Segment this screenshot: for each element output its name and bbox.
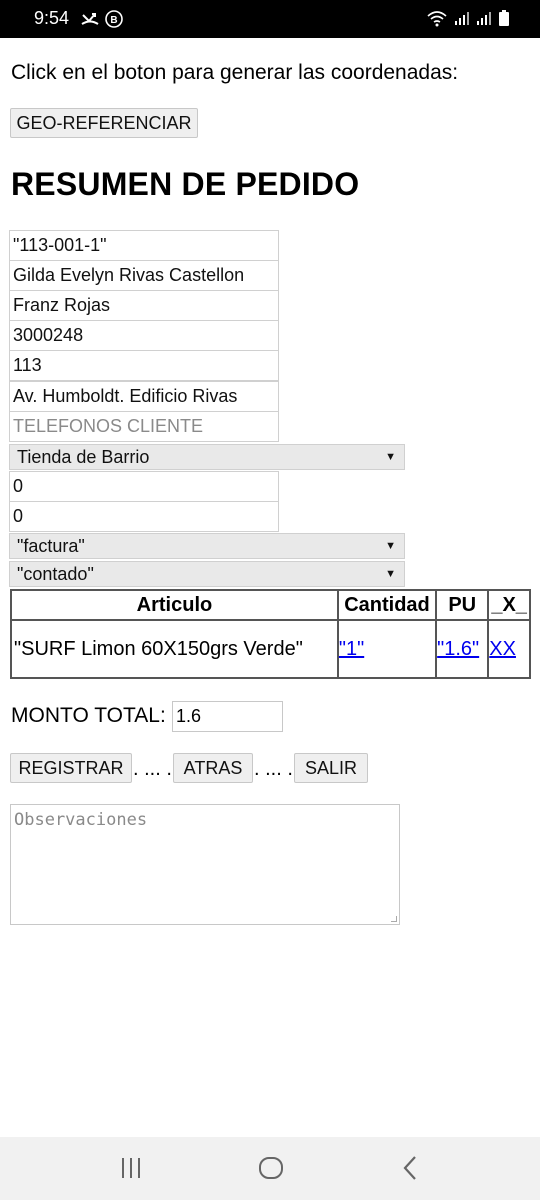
- system-nav-bar: [0, 1137, 540, 1200]
- salir-button[interactable]: SALIR: [294, 753, 368, 783]
- separator-text: . ... .: [254, 758, 293, 780]
- cliente-field[interactable]: Gilda Evelyn Rivas Castellon: [9, 260, 279, 291]
- coord-1-field[interactable]: 0: [9, 471, 279, 502]
- remove-item-link[interactable]: XX: [489, 638, 516, 660]
- intro-text: Click en el boton para generar las coord…: [11, 61, 459, 84]
- cantidad-link[interactable]: "1": [339, 638, 364, 660]
- pago-value: "contado": [17, 563, 94, 584]
- ruta-field[interactable]: 113: [9, 350, 279, 381]
- observaciones-textarea[interactable]: Observaciones: [10, 804, 400, 925]
- signal-icon: [454, 10, 470, 31]
- pu-link[interactable]: "1.6": [437, 638, 479, 660]
- pago-select[interactable]: "contado" ▼: [9, 561, 405, 587]
- b-badge-icon: B: [104, 9, 124, 34]
- header-pu: PU: [435, 589, 490, 621]
- header-articulo: Articulo: [10, 589, 339, 621]
- back-icon[interactable]: [400, 1155, 420, 1186]
- dropdown-arrow-icon: ▼: [385, 540, 396, 552]
- signal-icon-2: [476, 10, 492, 31]
- separator-text: . ... .: [133, 758, 172, 780]
- home-icon[interactable]: [258, 1155, 284, 1186]
- page-title: RESUMEN DE PEDIDO: [11, 166, 360, 202]
- recent-apps-icon[interactable]: [120, 1155, 142, 1186]
- registrar-button[interactable]: REGISTRAR: [10, 753, 132, 783]
- items-table: Articulo Cantidad PU _X_ "SURF Limon 60X…: [10, 589, 531, 679]
- monto-total-field[interactable]: 1.6: [172, 701, 283, 732]
- direccion-field[interactable]: Av. Humboldt. Edificio Rivas: [9, 381, 279, 412]
- battery-icon: [498, 9, 510, 32]
- table-row: "SURF Limon 60X150grs Verde" "1" "1.6" X…: [10, 619, 531, 679]
- documento-select[interactable]: "factura" ▼: [9, 533, 405, 559]
- status-bar: 9:54 B: [0, 0, 540, 38]
- codigo-field[interactable]: "113-001-1": [9, 230, 279, 261]
- tipo-negocio-value: Tienda de Barrio: [17, 446, 150, 467]
- pu-cell: "1.6": [435, 619, 490, 679]
- table-header-row: Articulo Cantidad PU _X_: [10, 589, 531, 621]
- cantidad-cell: "1": [336, 619, 438, 679]
- status-time: 9:54: [34, 8, 70, 28]
- coord-2-field[interactable]: 0: [9, 501, 279, 532]
- monto-total-label: MONTO TOTAL:: [11, 704, 166, 727]
- dropdown-arrow-icon: ▼: [385, 568, 396, 580]
- svg-text:B: B: [110, 15, 117, 26]
- geo-referenciar-button[interactable]: GEO-REFERENCIAR: [10, 108, 198, 138]
- missed-call-icon: [80, 9, 100, 34]
- tipo-negocio-select[interactable]: Tienda de Barrio ▼: [9, 444, 405, 470]
- wifi-icon: [426, 9, 448, 32]
- atras-button[interactable]: ATRAS: [173, 753, 253, 783]
- header-cantidad: Cantidad: [336, 589, 438, 621]
- documento-value: "factura": [17, 535, 85, 556]
- vendedor-field[interactable]: Franz Rojas: [9, 290, 279, 321]
- numero-field[interactable]: 3000248: [9, 320, 279, 351]
- telefonos-field[interactable]: TELEFONOS CLIENTE: [9, 411, 279, 442]
- remove-cell: XX: [487, 619, 531, 679]
- header-x: _X_: [487, 589, 531, 621]
- dropdown-arrow-icon: ▼: [385, 451, 396, 463]
- articulo-cell: "SURF Limon 60X150grs Verde": [10, 619, 339, 679]
- observaciones-placeholder: Observaciones: [14, 810, 148, 830]
- resize-handle-icon[interactable]: [391, 916, 397, 922]
